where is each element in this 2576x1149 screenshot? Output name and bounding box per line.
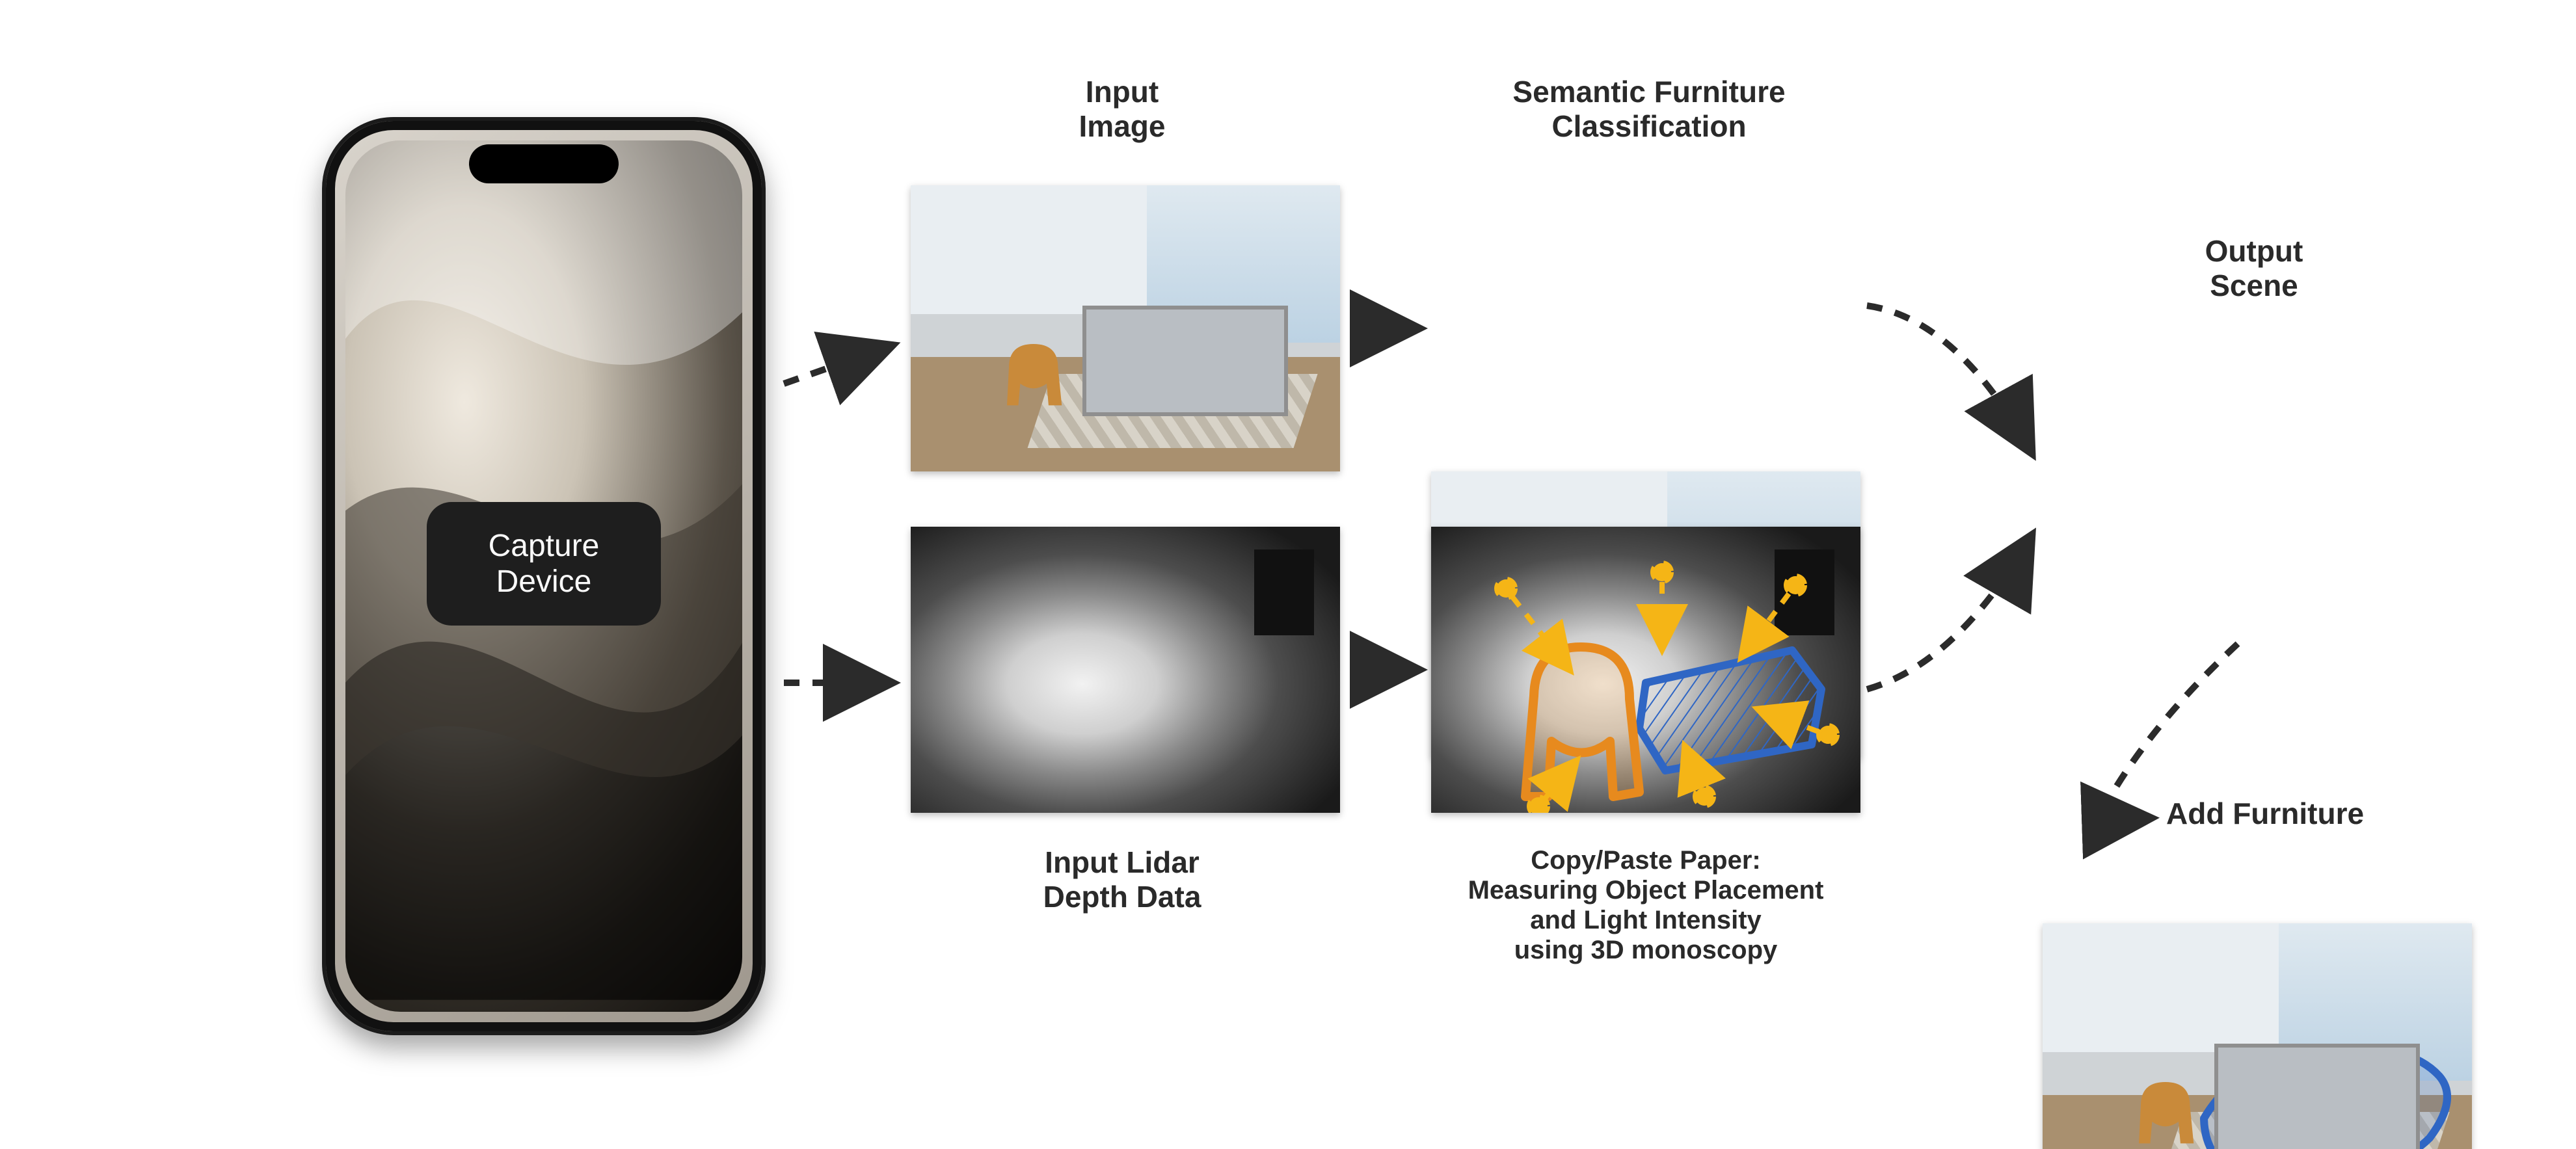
semantic-classification-label: Semantic Furniture Classification bbox=[1415, 75, 1883, 144]
input-image-label: Input Image bbox=[920, 75, 1324, 144]
arrow-phone-to-image bbox=[784, 345, 894, 384]
depth-dark-block bbox=[1254, 549, 1314, 635]
arrow-semantic-to-output bbox=[1867, 306, 2033, 455]
copypaste-overlay bbox=[1431, 527, 1860, 813]
added-furniture-outline bbox=[2204, 1048, 2447, 1149]
arrow-copypaste-to-output bbox=[1867, 533, 2033, 689]
table-highlight-depth bbox=[1639, 650, 1821, 771]
output-scene-label: Output Scene bbox=[2085, 234, 2423, 303]
input-lidar-label: Input Lidar Depth Data bbox=[920, 845, 1324, 914]
input-lidar-panel bbox=[911, 527, 1340, 813]
chair-highlight-depth bbox=[1525, 647, 1639, 797]
copypaste-panel bbox=[1431, 527, 1860, 813]
add-furniture-label: Add Furniture bbox=[2166, 797, 2504, 831]
capture-device-phone: Capture Device bbox=[322, 117, 766, 1035]
arrow-output-to-add bbox=[2101, 644, 2238, 818]
output-scene-panel bbox=[2043, 923, 2472, 1149]
capture-device-badge: Capture Device bbox=[427, 502, 661, 626]
phone-dynamic-island bbox=[469, 144, 619, 183]
armchair-shape bbox=[988, 306, 1082, 420]
diagram-stage: Capture Device Input Image Input Lidar D… bbox=[0, 0, 2576, 1149]
output-overlay bbox=[2043, 923, 2472, 1149]
copypaste-label: Copy/Paste Paper: Measuring Object Place… bbox=[1399, 845, 1893, 965]
capture-device-label: Capture Device bbox=[440, 528, 648, 600]
input-image-panel bbox=[911, 185, 1340, 471]
